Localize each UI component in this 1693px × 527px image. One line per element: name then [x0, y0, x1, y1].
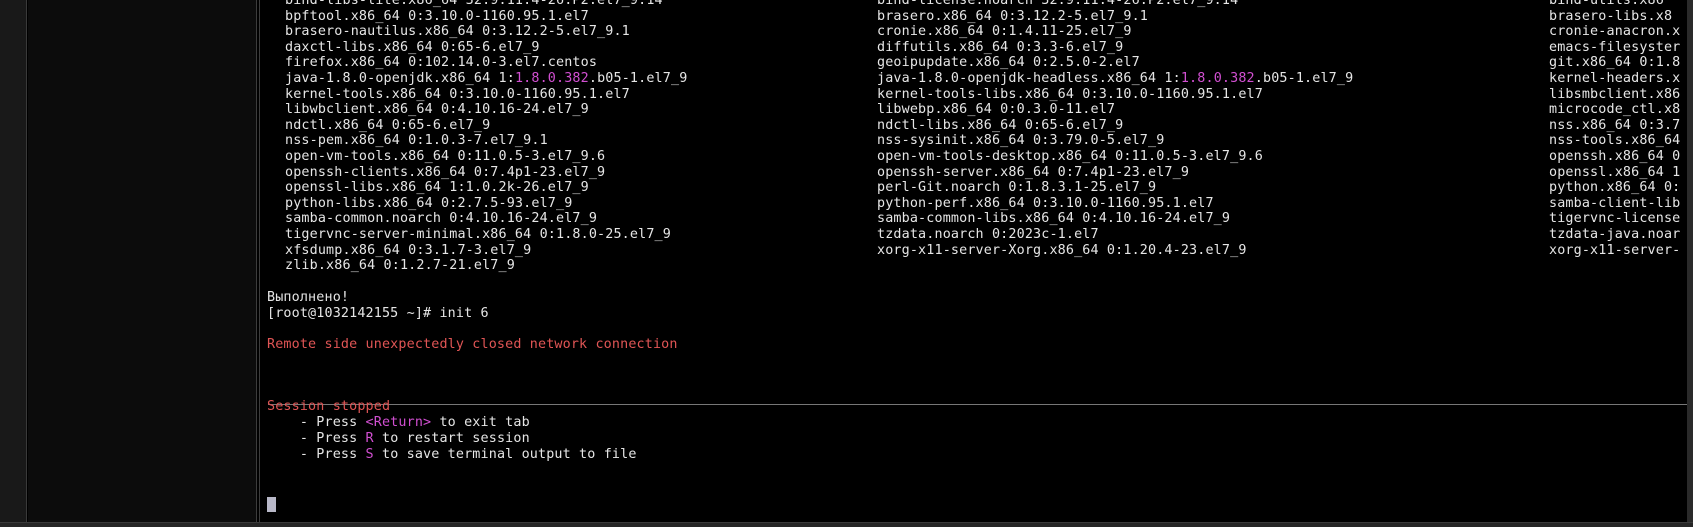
remote-closed-message: Remote side unexpectedly closed network … — [267, 337, 678, 352]
bottom-status-strip — [0, 522, 1693, 527]
package-line: perl-Git.noarch 0:1.8.3.1-25.el7_9 — [877, 180, 1157, 196]
return-key: <Return> — [365, 415, 432, 430]
package-line: ndctl-libs.x86_64 0:65-6.el7_9 — [877, 117, 1124, 133]
package-line: libwebp.x86_64 0:0.3.0-11.el7 — [877, 102, 1116, 118]
package-line: zlib.x86_64 0:1.2.7-21.el7_9 — [285, 258, 515, 274]
package-line: bpftool.x86_64 0:3.10.0-1160.95.1.el7 — [285, 8, 589, 24]
package-line: daxctl-libs.x86_64 0:65-6.el7_9 — [285, 39, 540, 55]
package-line: kernel-tools.x86_64 0:3.10.0-1160.95.1.e… — [285, 86, 630, 102]
r-key: R — [365, 431, 374, 446]
panel-divider[interactable] — [256, 0, 257, 527]
hint-save-output: - Press S to save terminal output to fil… — [267, 447, 637, 462]
panel-divider-inner — [259, 0, 260, 527]
package-line: kernel-headers.x — [1549, 71, 1681, 86]
package-line: xfsdump.x86_64 0:3.1.7-3.el7_9 — [285, 242, 532, 258]
package-line: libwbclient.x86_64 0:4.10.16-24.el7_9 — [285, 102, 589, 118]
package-line: xorg-x11-server-Xorg.x86_64 0:1.20.4-23.… — [877, 242, 1247, 258]
package-line: samba-client-lib — [1549, 195, 1681, 211]
package-line: python-perf.x86_64 0:3.10.0-1160.95.1.el… — [877, 195, 1214, 211]
package-line: libsmbclient.x86 — [1549, 86, 1681, 102]
package-line: open-vm-tools-desktop.x86_64 0:11.0.5-3.… — [877, 149, 1263, 164]
package-line: xorg-x11-server- — [1549, 242, 1681, 258]
session-stopped-message: Session stopped — [267, 399, 391, 414]
done-message: Выполнено! — [267, 290, 350, 305]
package-line: git.x86_64 0:1.8 — [1549, 55, 1681, 71]
package-line: nss-sysinit.x86_64 0:3.79.0-5.el7_9 — [877, 133, 1165, 149]
package-line: open-vm-tools.x86_64 0:11.0.5-3.el7_9.6 — [285, 149, 606, 164]
package-line: firefox.x86_64 0:102.14.0-3.el7.centos — [285, 55, 598, 71]
package-line: openssl-libs.x86_64 1:1.0.2k-26.el7_9 — [285, 180, 589, 196]
package-line: java-1.8.0-openjdk-headless.x86_64 1:1.8… — [877, 71, 1354, 86]
package-line: tzdata.noarch 0:2023c-1.el7 — [877, 227, 1099, 242]
package-line: microcode_ctl.x8 — [1549, 102, 1681, 118]
package-line: kernel-tools-libs.x86_64 0:3.10.0-1160.9… — [877, 86, 1263, 102]
package-line: brasero-nautilus.x86_64 0:3.12.2-5.el7_9… — [285, 24, 630, 40]
package-line: nss-pem.x86_64 0:1.0.3-7.el7_9.1 — [285, 133, 548, 149]
hint-restart-session: - Press R to restart session — [267, 431, 530, 446]
package-line: nss-tools.x86_64 — [1549, 133, 1681, 149]
package-line: nss.x86_64 0:3.7 — [1549, 117, 1681, 133]
version-highlight: 1.8.0.382 — [514, 71, 589, 86]
hint-exit-tab: - Press <Return> to exit tab — [267, 415, 530, 430]
package-line: tigervnc-license — [1549, 211, 1681, 227]
package-line: cronie-anacron.x — [1549, 24, 1681, 40]
session-separator — [268, 404, 1687, 405]
vertical-scrollbar[interactable] — [1687, 0, 1693, 522]
package-line: diffutils.x86_64 0:3.3-6.el7_9 — [877, 39, 1124, 55]
package-line: cronie.x86_64 0:1.4.11-25.el7_9 — [877, 24, 1132, 40]
s-key: S — [365, 447, 374, 462]
package-line: openssh-clients.x86_64 0:7.4p1-23.el7_9 — [285, 164, 606, 180]
terminal-cursor — [267, 497, 276, 512]
package-line: brasero-libs.x8 — [1549, 8, 1673, 24]
package-line: samba-common-libs.x86_64 0:4.10.16-24.el… — [877, 211, 1231, 227]
package-line: emacs-filesyster — [1549, 39, 1681, 55]
terminal-output[interactable]: bind-libs-lite.x86_64 32:9.11.4-26.P2.el… — [262, 0, 1687, 522]
package-line: python.x86_64 0: — [1549, 180, 1681, 196]
package-line: openssh-server.x86_64 0:7.4p1-23.el7_9 — [877, 164, 1190, 180]
version-highlight: 1.8.0.382 — [1180, 71, 1255, 86]
package-line: brasero.x86_64 0:3.12.2-5.el7_9.1 — [877, 8, 1148, 24]
package-line: ndctl.x86_64 0:65-6.el7_9 — [285, 117, 491, 133]
package-line: java-1.8.0-openjdk.x86_64 1:1.8.0.382.b0… — [285, 71, 688, 86]
package-line: openssl.x86_64 1 — [1549, 164, 1681, 180]
package-line: tzdata-java.noar — [1549, 227, 1681, 242]
package-line: samba-common.noarch 0:4.10.16-24.el7_9 — [285, 211, 598, 227]
package-line: tigervnc-server-minimal.x86_64 0:1.8.0-2… — [285, 227, 671, 242]
package-line: python-libs.x86_64 0:2.7.5-93.el7_9 — [285, 195, 573, 211]
left-panel — [28, 0, 256, 527]
left-sidebar — [0, 0, 27, 527]
package-line: openssh.x86_64 0 — [1549, 149, 1681, 164]
command-prompt: [root@1032142155 ~]# init 6 — [267, 306, 489, 321]
package-line: geoipupdate.x86_64 0:2.5.0-2.el7 — [877, 55, 1140, 71]
